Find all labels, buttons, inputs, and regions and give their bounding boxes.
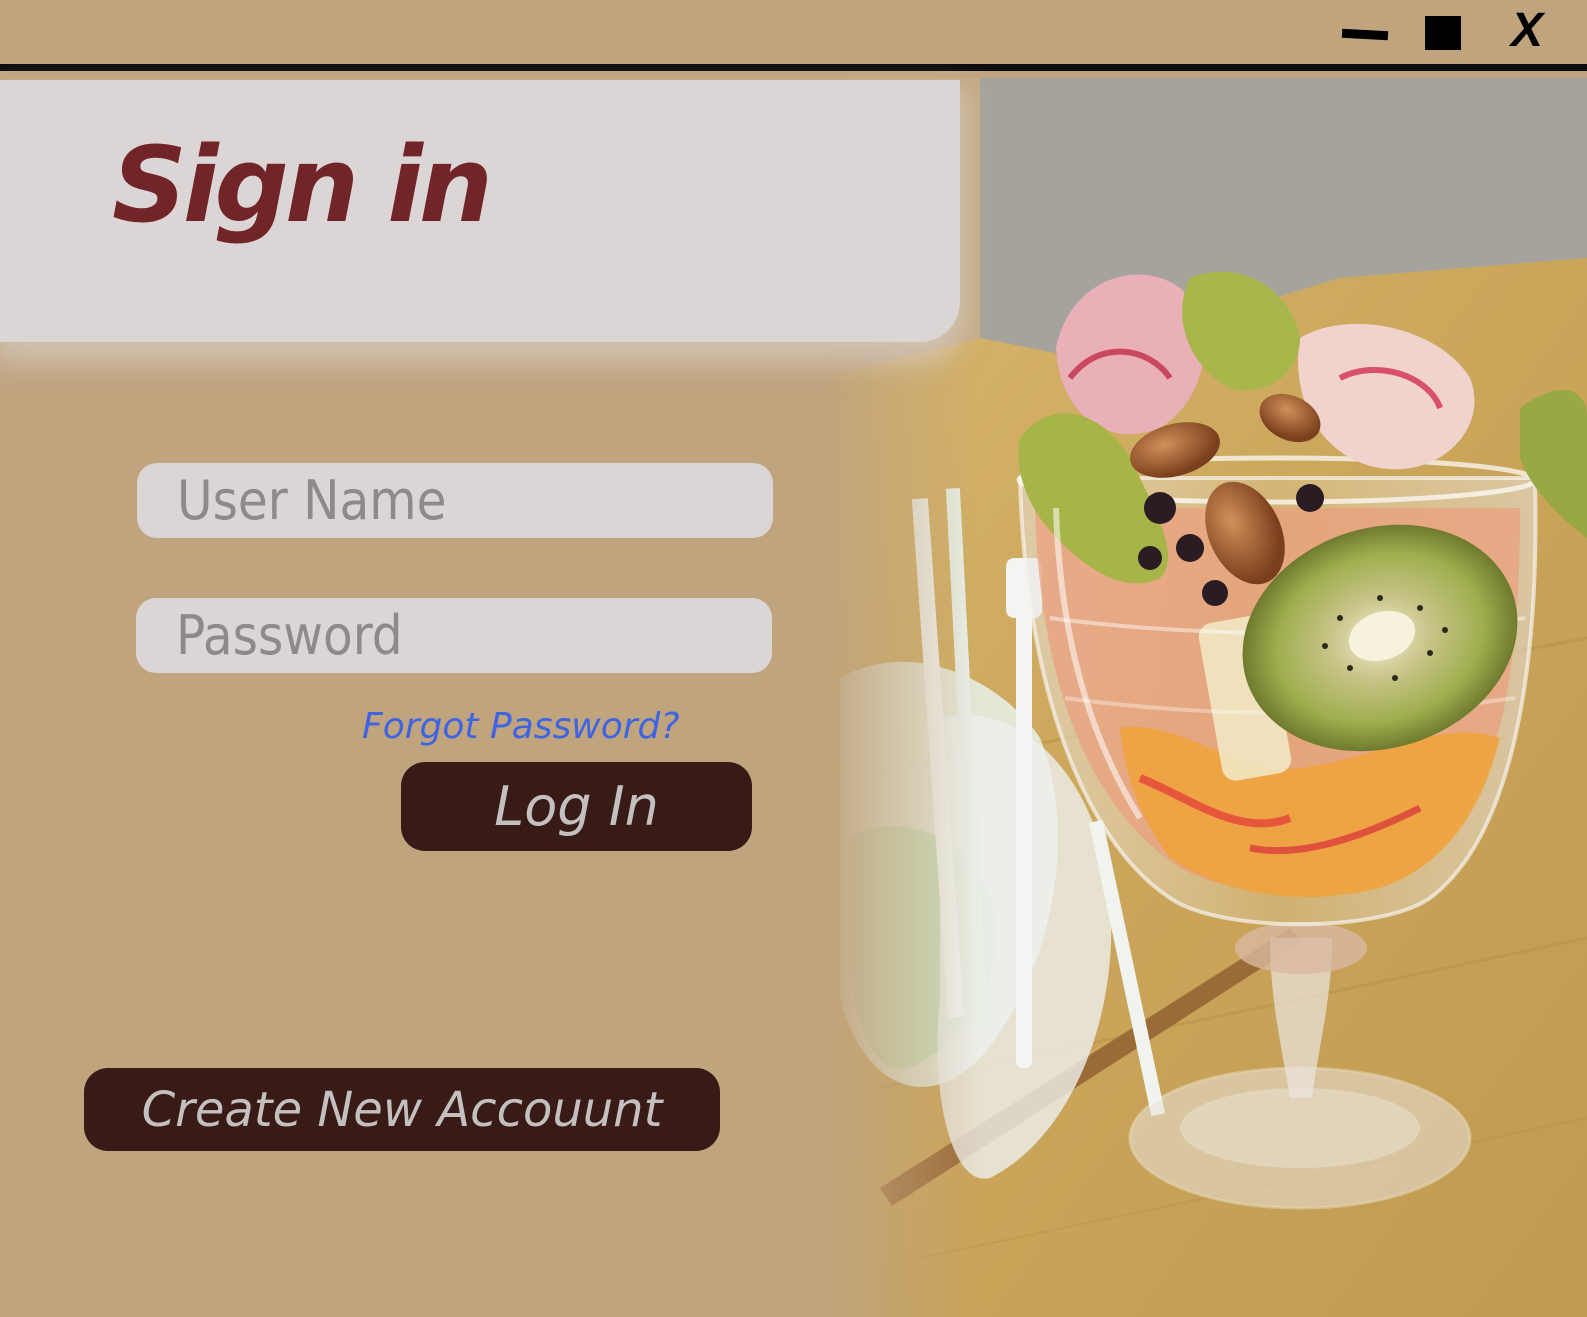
- maximize-icon: [1425, 16, 1461, 50]
- page-title: Sign in: [112, 124, 493, 246]
- minimize-button[interactable]: [1340, 16, 1390, 56]
- create-account-button[interactable]: Create New Accouunt: [84, 1068, 720, 1151]
- close-button[interactable]: X: [1503, 6, 1551, 56]
- minimize-icon: [1341, 28, 1389, 41]
- password-input[interactable]: [136, 598, 772, 673]
- login-button[interactable]: Log In: [401, 762, 752, 851]
- maximize-button[interactable]: [1421, 12, 1465, 56]
- password-field[interactable]: [136, 598, 772, 673]
- title-bar-divider: [0, 64, 1587, 71]
- username-field[interactable]: [137, 463, 773, 538]
- forgot-password-link[interactable]: Forgot Password?: [362, 702, 679, 752]
- username-input[interactable]: [137, 463, 773, 538]
